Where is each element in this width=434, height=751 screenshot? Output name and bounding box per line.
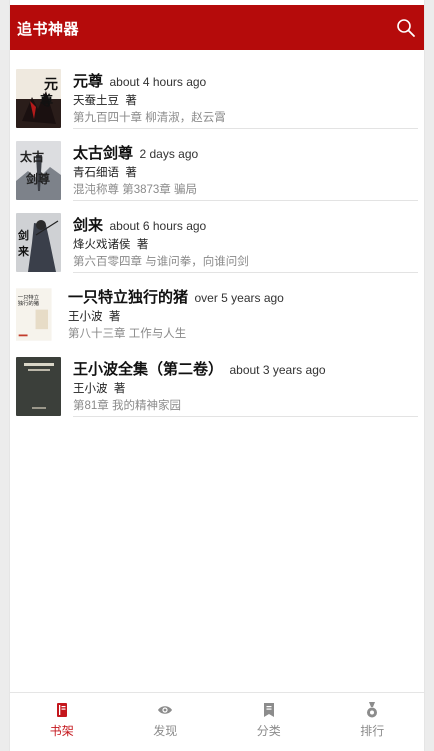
update-time: 2 days ago [139,147,199,161]
bookshelf-list: 元 尊 元尊 about 4 hours ago 天蚕土豆 著 第九百四十章 柳… [10,68,424,428]
author-name: 王小波 [68,311,103,323]
svg-text:尊: 尊 [40,93,53,109]
book-item[interactable]: 元 尊 元尊 about 4 hours ago 天蚕土豆 著 第九百四十章 柳… [10,68,424,140]
book-title: 一只特立独行的猪 [68,289,189,306]
nav-ranking[interactable]: 排行 [321,693,425,743]
book-title: 剑来 [73,217,104,234]
bookmark-icon [263,703,274,717]
author-name: 烽火戏诸侯 [73,239,131,251]
book-cover-image [16,357,61,416]
nav-category[interactable]: 分类 [217,693,321,743]
bottom-nav: 书架 发现 分类 排行 [10,692,424,743]
nav-label: 书架 [49,724,74,738]
eye-icon [158,706,173,714]
top-bar: 追书神器 [10,5,424,50]
svg-text:剑: 剑 [17,228,29,242]
latest-chapter: 第八十三章 工作与人生 [68,328,187,340]
author-suffix: 著 [113,383,126,395]
book-title: 元尊 [73,73,104,90]
update-time: about 4 hours ago [109,75,207,89]
book-cover-image: 剑 来 [16,213,61,272]
author-suffix: 著 [125,95,137,107]
book-item[interactable]: 太古 剑尊 太古剑尊 2 days ago 青石细语 著 混沌称尊 第3873章… [10,140,424,212]
svg-text:来: 来 [17,244,30,258]
book-cover-image: 一只特立 独行的猪 [16,288,52,341]
nav-discover[interactable]: 发现 [114,693,218,743]
update-time: about 6 hours ago [109,219,207,233]
search-icon[interactable] [396,18,416,38]
latest-chapter: 混沌称尊 第3873章 骗局 [73,184,197,196]
book-author: 烽火戏诸侯 著 [73,236,148,252]
book-icon [56,703,67,717]
nav-bookshelf[interactable]: 书架 [10,693,114,743]
medal-icon [367,702,378,718]
app-title: 追书神器 [17,21,80,38]
book-item[interactable]: 剑 来 剑来 about 6 hours ago 烽火戏诸侯 著 第六百零四章 … [10,212,424,284]
svg-text:太古: 太古 [20,149,44,164]
latest-chapter: 第六百零四章 与谁问拳，向谁问剑 [73,256,249,268]
svg-text:元: 元 [44,77,58,93]
book-cover-image: 太古 剑尊 [16,141,61,200]
book-item[interactable]: 一只特立 独行的猪 一只特立独行的猪 over 5 years ago 王小波 … [10,284,424,356]
svg-text:剑尊: 剑尊 [25,171,50,186]
book-title: 太古剑尊 [73,145,134,162]
app-window: 追书神器 元 尊 元尊 about 4 hours ago 天蚕土豆 著 第九百… [10,0,424,751]
author-suffix: 著 [136,239,149,251]
book-author: 王小波 著 [68,308,120,324]
latest-chapter: 第81章 我的精神家园 [73,400,181,412]
book-author: 王小波 著 [73,380,125,396]
update-time: about 3 years ago [229,363,326,377]
author-suffix: 著 [108,311,121,323]
author-name: 青石细语 [73,167,119,179]
latest-chapter: 第九百四十章 柳清淑，赵云霄 [73,112,226,124]
nav-label: 排行 [360,724,385,738]
book-author: 青石细语 著 [73,164,137,180]
nav-label: 分类 [256,724,281,738]
svg-text:一只特立: 一只特立 [18,293,40,301]
svg-text:独行的猪: 独行的猪 [18,299,40,307]
author-suffix: 著 [125,167,137,179]
author-name: 天蚕土豆 [73,95,119,107]
nav-label: 发现 [153,724,178,738]
book-title: 王小波全集（第二卷） [73,361,224,378]
book-author: 天蚕土豆 著 [73,92,137,108]
author-name: 王小波 [73,383,108,395]
book-cover-image: 元 尊 [16,69,61,128]
update-time: over 5 years ago [194,291,284,305]
book-item[interactable]: 王小波全集（第二卷） about 3 years ago 王小波 著 第81章 … [10,356,424,428]
